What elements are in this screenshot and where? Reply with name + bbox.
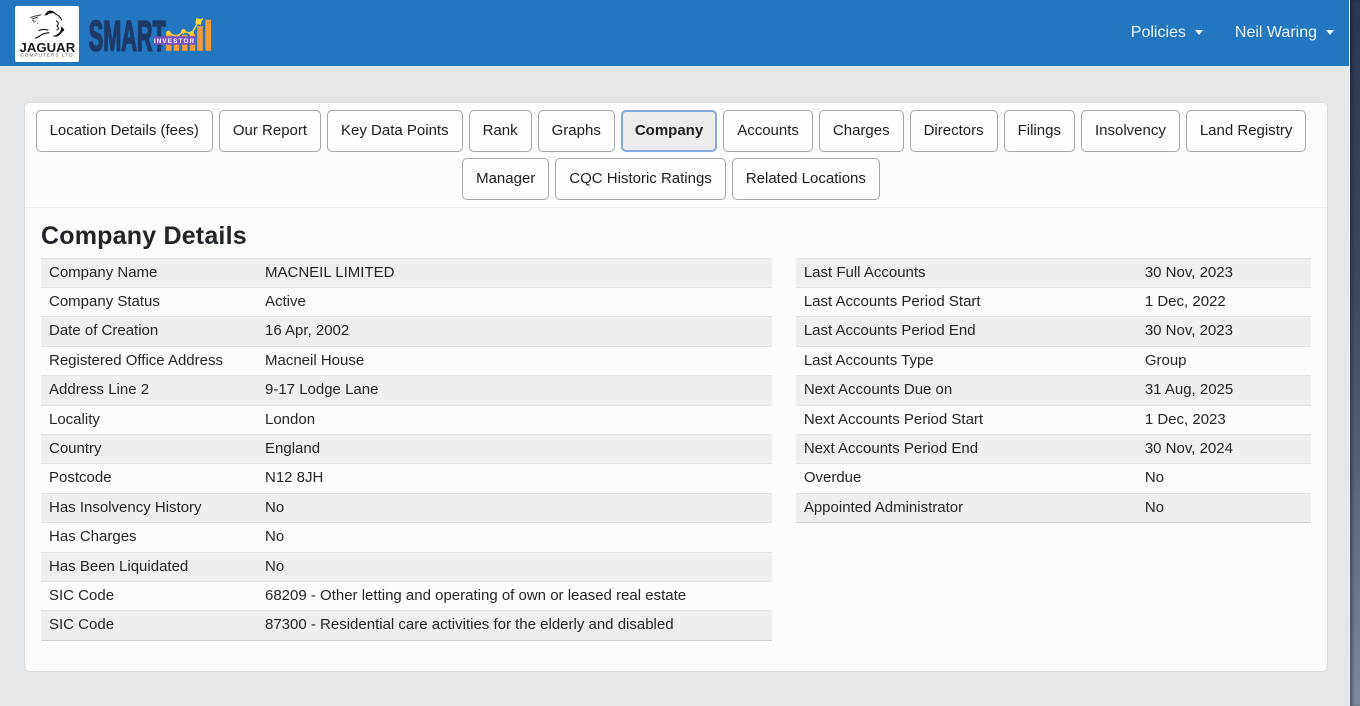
svg-text:COMPUTERS LTD: COMPUTERS LTD bbox=[20, 53, 73, 58]
svg-text:SMART: SMART bbox=[89, 12, 166, 59]
svg-text:INVESTOR: INVESTOR bbox=[154, 38, 195, 45]
